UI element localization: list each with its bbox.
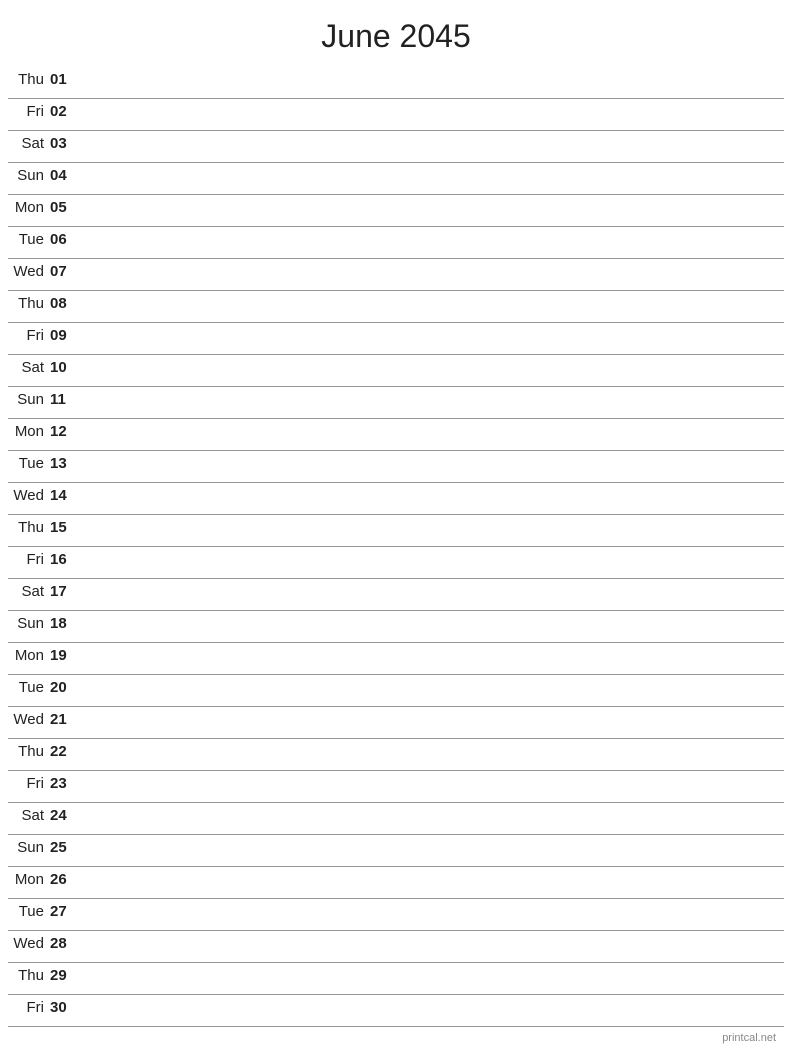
day-number: 16: [50, 551, 80, 568]
day-number: 30: [50, 999, 80, 1016]
day-row: Mon05: [8, 195, 784, 227]
day-row: Tue20: [8, 675, 784, 707]
day-row: Tue27: [8, 899, 784, 931]
day-name: Sun: [8, 391, 50, 408]
day-name: Wed: [8, 935, 50, 952]
day-name: Thu: [8, 743, 50, 760]
day-row: Wed21: [8, 707, 784, 739]
day-number: 14: [50, 487, 80, 504]
day-number: 03: [50, 135, 80, 152]
day-row: Sun18: [8, 611, 784, 643]
day-name: Thu: [8, 71, 50, 88]
day-row: Sat17: [8, 579, 784, 611]
day-number: 04: [50, 167, 80, 184]
day-name: Wed: [8, 263, 50, 280]
day-row: Sun25: [8, 835, 784, 867]
day-name: Fri: [8, 327, 50, 344]
day-name: Thu: [8, 967, 50, 984]
day-number: 28: [50, 935, 80, 952]
day-name: Sat: [8, 359, 50, 376]
day-number: 09: [50, 327, 80, 344]
day-name: Mon: [8, 199, 50, 216]
day-name: Fri: [8, 103, 50, 120]
day-number: 10: [50, 359, 80, 376]
day-name: Wed: [8, 487, 50, 504]
day-number: 05: [50, 199, 80, 216]
day-row: Sun04: [8, 163, 784, 195]
day-name: Sat: [8, 135, 50, 152]
day-number: 06: [50, 231, 80, 248]
day-number: 07: [50, 263, 80, 280]
day-number: 13: [50, 455, 80, 472]
day-row: Wed07: [8, 259, 784, 291]
day-number: 26: [50, 871, 80, 888]
day-number: 11: [50, 391, 80, 408]
day-row: Thu29: [8, 963, 784, 995]
day-row: Fri23: [8, 771, 784, 803]
day-number: 20: [50, 679, 80, 696]
day-row: Mon12: [8, 419, 784, 451]
day-row: Sun11: [8, 387, 784, 419]
day-row: Fri09: [8, 323, 784, 355]
day-row: Fri02: [8, 99, 784, 131]
day-name: Sun: [8, 167, 50, 184]
day-number: 15: [50, 519, 80, 536]
day-row: Sat03: [8, 131, 784, 163]
day-name: Thu: [8, 295, 50, 312]
calendar-container: Thu01Fri02Sat03Sun04Mon05Tue06Wed07Thu08…: [0, 67, 792, 1027]
day-number: 25: [50, 839, 80, 856]
day-row: Thu08: [8, 291, 784, 323]
day-name: Tue: [8, 231, 50, 248]
day-row: Sat24: [8, 803, 784, 835]
day-row: Wed28: [8, 931, 784, 963]
day-name: Mon: [8, 647, 50, 664]
day-number: 22: [50, 743, 80, 760]
day-name: Sat: [8, 583, 50, 600]
day-number: 12: [50, 423, 80, 440]
day-name: Fri: [8, 551, 50, 568]
day-number: 29: [50, 967, 80, 984]
day-number: 21: [50, 711, 80, 728]
day-name: Sun: [8, 839, 50, 856]
day-row: Tue06: [8, 227, 784, 259]
day-number: 01: [50, 71, 80, 88]
day-row: Mon19: [8, 643, 784, 675]
day-row: Tue13: [8, 451, 784, 483]
day-row: Wed14: [8, 483, 784, 515]
day-number: 18: [50, 615, 80, 632]
day-number: 24: [50, 807, 80, 824]
day-name: Tue: [8, 455, 50, 472]
day-number: 17: [50, 583, 80, 600]
day-name: Tue: [8, 679, 50, 696]
day-number: 08: [50, 295, 80, 312]
day-number: 23: [50, 775, 80, 792]
day-name: Fri: [8, 999, 50, 1016]
footer-label: printcal.net: [722, 1032, 776, 1044]
day-name: Fri: [8, 775, 50, 792]
day-number: 02: [50, 103, 80, 120]
day-number: 27: [50, 903, 80, 920]
day-name: Sun: [8, 615, 50, 632]
day-row: Fri30: [8, 995, 784, 1027]
day-name: Thu: [8, 519, 50, 536]
day-row: Sat10: [8, 355, 784, 387]
day-name: Wed: [8, 711, 50, 728]
page-title: June 2045: [0, 0, 792, 67]
day-row: Mon26: [8, 867, 784, 899]
day-name: Sat: [8, 807, 50, 824]
day-name: Mon: [8, 423, 50, 440]
day-row: Thu01: [8, 67, 784, 99]
day-row: Fri16: [8, 547, 784, 579]
day-row: Thu15: [8, 515, 784, 547]
day-name: Tue: [8, 903, 50, 920]
day-name: Mon: [8, 871, 50, 888]
day-row: Thu22: [8, 739, 784, 771]
day-number: 19: [50, 647, 80, 664]
